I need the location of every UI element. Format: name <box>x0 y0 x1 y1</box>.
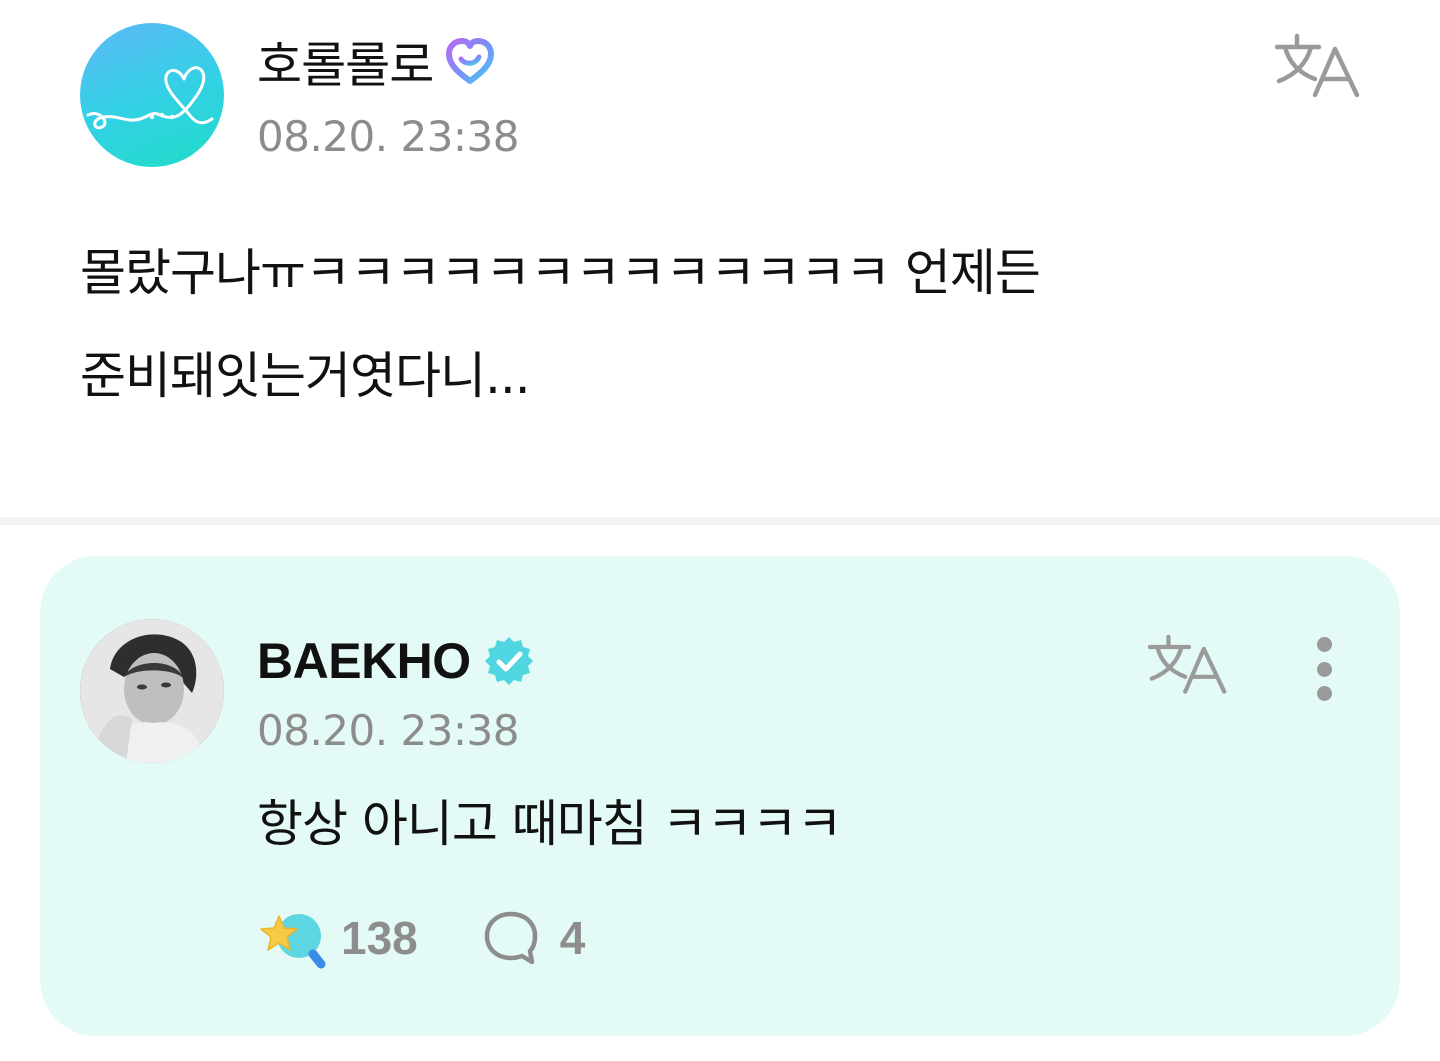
post-author-avatar[interactable] <box>80 23 224 167</box>
translate-icon[interactable] <box>1275 33 1361 97</box>
star-fan-like-icon[interactable] <box>257 906 327 970</box>
more-vertical-icon[interactable] <box>1312 637 1336 701</box>
reply-author-name[interactable]: BAEKHO <box>257 632 471 690</box>
reply-actions: 138 4 <box>257 906 585 970</box>
post-author-name[interactable]: 호롤롤로 <box>257 26 434 97</box>
post-timestamp: 08.20. 23:38 <box>257 112 519 161</box>
artist-photo <box>80 619 224 763</box>
verified-badge-icon <box>483 635 535 687</box>
like-count: 138 <box>341 912 418 964</box>
reply-author-avatar[interactable] <box>80 619 224 763</box>
post-author-row: 호롤롤로 <box>257 30 497 94</box>
heart-doodle-avatar <box>86 66 214 130</box>
reply-text: 항상 아니고 때마침 ㅋㅋㅋㅋ <box>257 795 843 853</box>
artist-reply-card[interactable]: BAEKHO 08.20. 23:38 항상 아니고 때마침 ㅋㅋㅋㅋ 138 … <box>40 556 1400 1036</box>
reply-timestamp: 08.20. 23:38 <box>257 706 519 755</box>
reply-author-row: BAEKHO <box>257 630 535 692</box>
translate-icon[interactable] <box>1148 634 1228 696</box>
feed-screen: 호롤롤로 08.20. 23:38 몰랐구나ㅠㅋㅋㅋㅋㅋㅋㅋㅋㅋㅋㅋㅋㅋ 언제든… <box>0 0 1440 1061</box>
post-text: 몰랐구나ㅠㅋㅋㅋㅋㅋㅋㅋㅋㅋㅋㅋㅋㅋ 언제든 준비돼잇는거엿다니... <box>80 222 1380 428</box>
post-text-line: 준비돼잇는거엿다니... <box>80 347 531 405</box>
more-dot <box>1316 637 1332 652</box>
membership-heart-badge-icon <box>443 35 497 87</box>
section-divider <box>0 517 1440 525</box>
post-text-line: 몰랐구나ㅠㅋㅋㅋㅋㅋㅋㅋㅋㅋㅋㅋㅋㅋ 언제든 <box>80 244 1041 302</box>
comment-count: 4 <box>559 912 586 964</box>
comment-bubble-icon[interactable] <box>482 908 540 968</box>
more-dot <box>1316 686 1332 701</box>
more-dot <box>1316 661 1332 677</box>
